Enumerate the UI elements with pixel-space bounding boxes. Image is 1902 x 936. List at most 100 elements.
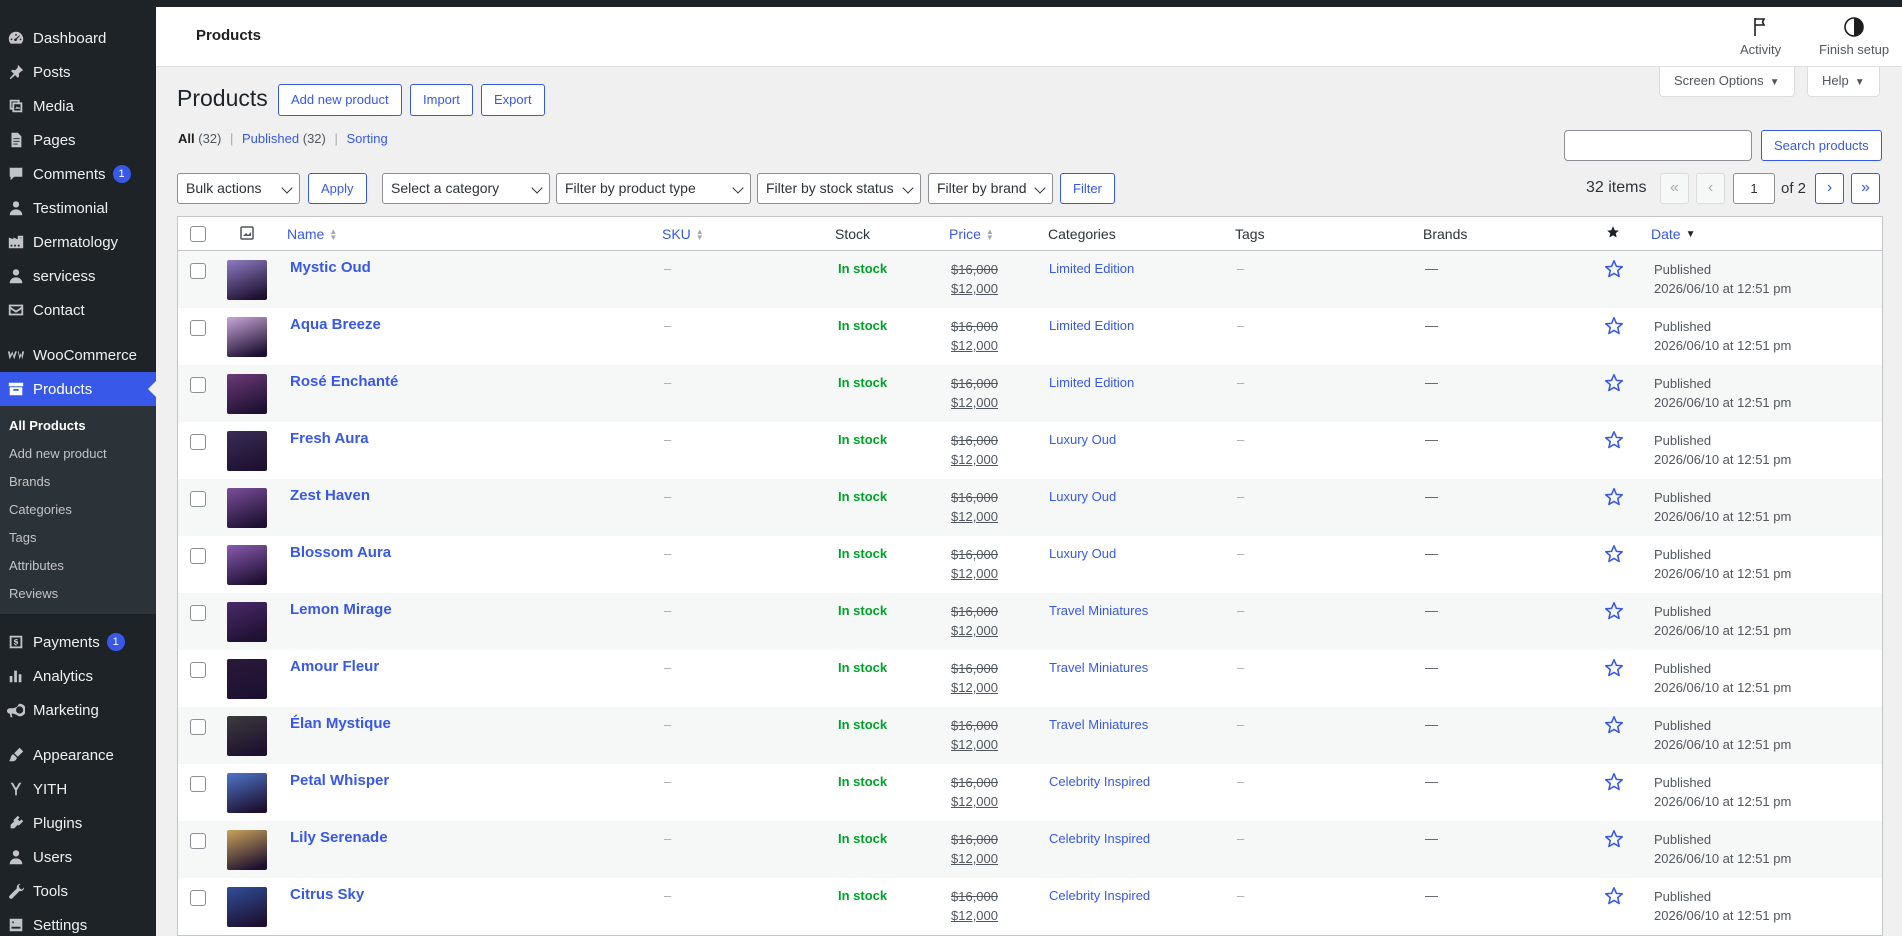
column-date[interactable]: Date ▼ xyxy=(1651,226,1695,242)
sidebar-item-marketing[interactable]: Marketing xyxy=(0,693,156,727)
submenu-item-brands[interactable]: Brands xyxy=(0,468,156,496)
filter-button[interactable]: Filter xyxy=(1060,173,1115,204)
export-button[interactable]: Export xyxy=(481,84,545,116)
featured-star-icon[interactable] xyxy=(1603,714,1625,736)
product-thumbnail[interactable] xyxy=(227,488,267,528)
product-name-link[interactable]: Lemon Mirage xyxy=(290,601,392,618)
add-new-product-button[interactable]: Add new product xyxy=(278,84,402,116)
product-name-link[interactable]: Fresh Aura xyxy=(290,430,369,447)
product-thumbnail[interactable] xyxy=(227,773,267,813)
category-link[interactable]: Limited Edition xyxy=(1049,318,1134,333)
row-checkbox[interactable] xyxy=(190,719,206,735)
submenu-item-tags[interactable]: Tags xyxy=(0,524,156,552)
product-thumbnail[interactable] xyxy=(227,830,267,870)
sidebar-item-servicess[interactable]: servicess xyxy=(0,259,156,293)
row-checkbox[interactable] xyxy=(190,548,206,564)
column-price[interactable]: Price ▲ ▼ xyxy=(949,226,994,242)
product-type-select[interactable]: Filter by product type xyxy=(556,173,751,204)
sidebar-item-comments[interactable]: Comments 1 xyxy=(0,157,156,191)
featured-star-icon[interactable] xyxy=(1603,828,1625,850)
row-checkbox[interactable] xyxy=(190,263,206,279)
row-checkbox[interactable] xyxy=(190,377,206,393)
row-checkbox[interactable] xyxy=(190,662,206,678)
category-link[interactable]: Limited Edition xyxy=(1049,261,1134,276)
brand-select[interactable]: Filter by brand xyxy=(928,173,1053,204)
row-checkbox[interactable] xyxy=(190,434,206,450)
next-page-button[interactable]: › xyxy=(1815,173,1844,204)
featured-star-icon[interactable] xyxy=(1603,258,1625,280)
featured-star-icon[interactable] xyxy=(1603,315,1625,337)
column-name[interactable]: Name ▲ ▼ xyxy=(287,226,337,242)
submenu-item-reviews[interactable]: Reviews xyxy=(0,580,156,608)
sidebar-item-products[interactable]: Products xyxy=(0,372,156,406)
bulk-actions-select[interactable]: Bulk actions xyxy=(177,173,300,204)
category-link[interactable]: Limited Edition xyxy=(1049,375,1134,390)
category-link[interactable]: Luxury Oud xyxy=(1049,489,1116,504)
featured-star-icon[interactable] xyxy=(1603,885,1625,907)
category-link[interactable]: Celebrity Inspired xyxy=(1049,774,1150,789)
product-name-link[interactable]: Citrus Sky xyxy=(290,886,364,903)
product-name-link[interactable]: Mystic Oud xyxy=(290,259,371,276)
sidebar-item-payments[interactable]: Payments 1 xyxy=(0,625,156,659)
view-sorting[interactable]: Sorting xyxy=(347,131,388,146)
row-checkbox[interactable] xyxy=(190,605,206,621)
featured-star-icon[interactable] xyxy=(1603,372,1625,394)
category-link[interactable]: Travel Miniatures xyxy=(1049,717,1148,732)
featured-star-icon[interactable] xyxy=(1603,543,1625,565)
featured-star-icon[interactable] xyxy=(1603,657,1625,679)
stock-status-select[interactable]: Filter by stock status xyxy=(757,173,921,204)
sidebar-item-users[interactable]: Users xyxy=(0,840,156,874)
product-thumbnail[interactable] xyxy=(227,716,267,756)
product-thumbnail[interactable] xyxy=(227,659,267,699)
featured-star-icon[interactable] xyxy=(1603,486,1625,508)
activity-button[interactable]: Activity xyxy=(1740,15,1781,57)
product-name-link[interactable]: Élan Mystique xyxy=(290,715,391,732)
sidebar-item-dashboard[interactable]: Dashboard xyxy=(0,21,156,55)
sidebar-item-settings[interactable]: Settings xyxy=(0,908,156,936)
help-button[interactable]: Help ▼ xyxy=(1807,67,1880,97)
submenu-item-categories[interactable]: Categories xyxy=(0,496,156,524)
category-link[interactable]: Luxury Oud xyxy=(1049,432,1116,447)
search-input[interactable] xyxy=(1564,130,1752,161)
sidebar-item-contact[interactable]: Contact xyxy=(0,293,156,327)
submenu-item-add-new-product[interactable]: Add new product xyxy=(0,440,156,468)
finish-setup-button[interactable]: Finish setup xyxy=(1819,15,1889,57)
category-link[interactable]: Celebrity Inspired xyxy=(1049,888,1150,903)
category-link[interactable]: Luxury Oud xyxy=(1049,546,1116,561)
row-checkbox[interactable] xyxy=(190,320,206,336)
apply-button[interactable]: Apply xyxy=(308,173,367,204)
search-products-button[interactable]: Search products xyxy=(1761,130,1882,161)
product-thumbnail[interactable] xyxy=(227,887,267,927)
view-published[interactable]: Published xyxy=(242,131,299,146)
sidebar-item-analytics[interactable]: Analytics xyxy=(0,659,156,693)
screen-options-button[interactable]: Screen Options ▼ xyxy=(1659,67,1795,97)
select-all-checkbox[interactable] xyxy=(190,226,206,242)
product-name-link[interactable]: Lily Serenade xyxy=(290,829,388,846)
category-link[interactable]: Celebrity Inspired xyxy=(1049,831,1150,846)
product-thumbnail[interactable] xyxy=(227,431,267,471)
submenu-item-attributes[interactable]: Attributes xyxy=(0,552,156,580)
product-name-link[interactable]: Rosé Enchanté xyxy=(290,373,398,390)
category-link[interactable]: Travel Miniatures xyxy=(1049,660,1148,675)
sidebar-item-tools[interactable]: Tools xyxy=(0,874,156,908)
sidebar-item-dermatology[interactable]: Dermatology xyxy=(0,225,156,259)
sidebar-item-plugins[interactable]: Plugins xyxy=(0,806,156,840)
row-checkbox[interactable] xyxy=(190,890,206,906)
sidebar-item-appearance[interactable]: Appearance xyxy=(0,738,156,772)
sidebar-item-media[interactable]: Media xyxy=(0,89,156,123)
import-button[interactable]: Import xyxy=(410,84,473,116)
current-page-input[interactable]: 1 xyxy=(1733,173,1775,204)
product-name-link[interactable]: Petal Whisper xyxy=(290,772,389,789)
product-name-link[interactable]: Aqua Breeze xyxy=(290,316,381,333)
sidebar-item-woocommerce[interactable]: WooCommerce xyxy=(0,338,156,372)
row-checkbox[interactable] xyxy=(190,776,206,792)
row-checkbox[interactable] xyxy=(190,833,206,849)
featured-star-icon[interactable] xyxy=(1603,429,1625,451)
product-thumbnail[interactable] xyxy=(227,374,267,414)
sidebar-item-posts[interactable]: Posts xyxy=(0,55,156,89)
product-name-link[interactable]: Blossom Aura xyxy=(290,544,391,561)
sidebar-item-testimonial[interactable]: Testimonial xyxy=(0,191,156,225)
product-name-link[interactable]: Amour Fleur xyxy=(290,658,379,675)
product-name-link[interactable]: Zest Haven xyxy=(290,487,370,504)
featured-star-icon[interactable] xyxy=(1603,600,1625,622)
